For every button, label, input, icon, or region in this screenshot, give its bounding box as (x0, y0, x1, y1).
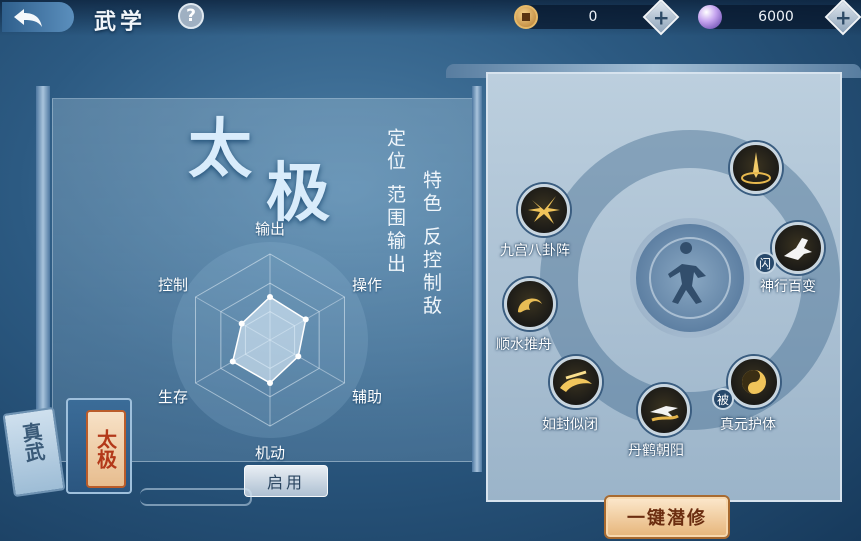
radar-axis-label: 输出 (255, 220, 286, 238)
taiji-swirl-icon (518, 298, 542, 313)
style-name-char-1: 太 (188, 112, 252, 187)
back-arrow-icon (14, 9, 42, 27)
skill-name-shunshui-tuizhou: 顺水推舟 (496, 337, 552, 353)
skill-danhe-chaoyang[interactable] (638, 384, 690, 436)
radar-value-point (267, 294, 273, 300)
plus-icon: + (834, 4, 852, 29)
skill-rufeng-sibi[interactable] (550, 356, 602, 408)
bagua-burst-icon (528, 196, 560, 224)
copper-amount: 0 (588, 9, 598, 25)
martial-figure-icon (649, 237, 731, 319)
tab-taiji[interactable]: 太极 (86, 410, 126, 488)
purple-pearl-icon (698, 5, 722, 29)
skill-shunshui-tuizhou[interactable] (504, 278, 556, 330)
golden-wave-icon (560, 370, 592, 392)
copper-coin-icon (514, 5, 538, 29)
role-text: 定位 范围输出 (384, 128, 406, 277)
pearl-amount: 6000 (758, 9, 794, 25)
radar-axis-label: 生存 (158, 388, 189, 406)
center-emblem (630, 218, 750, 338)
style-name-char-2: 极 (266, 156, 330, 231)
radar-axis-label: 控制 (158, 276, 189, 294)
style-name: 太 极 (188, 118, 330, 226)
dodge-tag: 闪 (754, 252, 776, 274)
plus-icon: + (652, 4, 670, 29)
radar-value-point (267, 380, 273, 386)
radar-axis-label: 机动 (255, 444, 286, 462)
attribute-radar-chart (172, 242, 368, 438)
skill-jiugong-bagua[interactable] (518, 184, 570, 236)
radar-value-point (302, 316, 309, 323)
one-click-cultivate-button[interactable]: 一键潜修 (606, 497, 728, 537)
skill-name-jiugong-bagua: 九宫八卦阵 (500, 243, 570, 259)
help-button[interactable]: ? (178, 3, 204, 29)
radar-value-point (295, 353, 302, 360)
pearl-currency: 6000 + (698, 0, 861, 36)
copper-currency: 0 + (514, 0, 680, 36)
trait-text: 特色 反控制敌 (420, 170, 442, 319)
cloud-ornament (140, 488, 252, 506)
skill-golden-sword[interactable] (730, 142, 782, 194)
back-button[interactable] (2, 2, 74, 32)
skill-name-danhe-chaoyang: 丹鹤朝阳 (628, 443, 684, 459)
radar-value-point (229, 358, 236, 365)
skill-name-rufeng-sibi: 如封似闭 (542, 417, 598, 433)
enable-button[interactable]: 启用 (244, 465, 328, 497)
crane-strike-icon (650, 406, 679, 422)
page-title: 武学 (94, 9, 147, 35)
passive-tag: 被 (712, 388, 734, 410)
radar-axis-label: 操作 (351, 276, 382, 294)
skill-shenxing-bianhua[interactable] (772, 222, 824, 274)
dash-figure-icon (784, 238, 812, 260)
yinyang-shield-icon (742, 370, 766, 394)
radar-axis-label: 辅助 (351, 388, 382, 406)
skill-zhenyuan-huti[interactable] (728, 356, 780, 408)
scroll-rod-right (472, 86, 482, 472)
skill-name-zhenyuan-huti: 真元护体 (720, 417, 776, 433)
skill-name-shenxing-bianhua: 神行百变 (760, 279, 816, 295)
golden-sword-icon (741, 152, 771, 184)
radar-value-point (238, 320, 245, 327)
